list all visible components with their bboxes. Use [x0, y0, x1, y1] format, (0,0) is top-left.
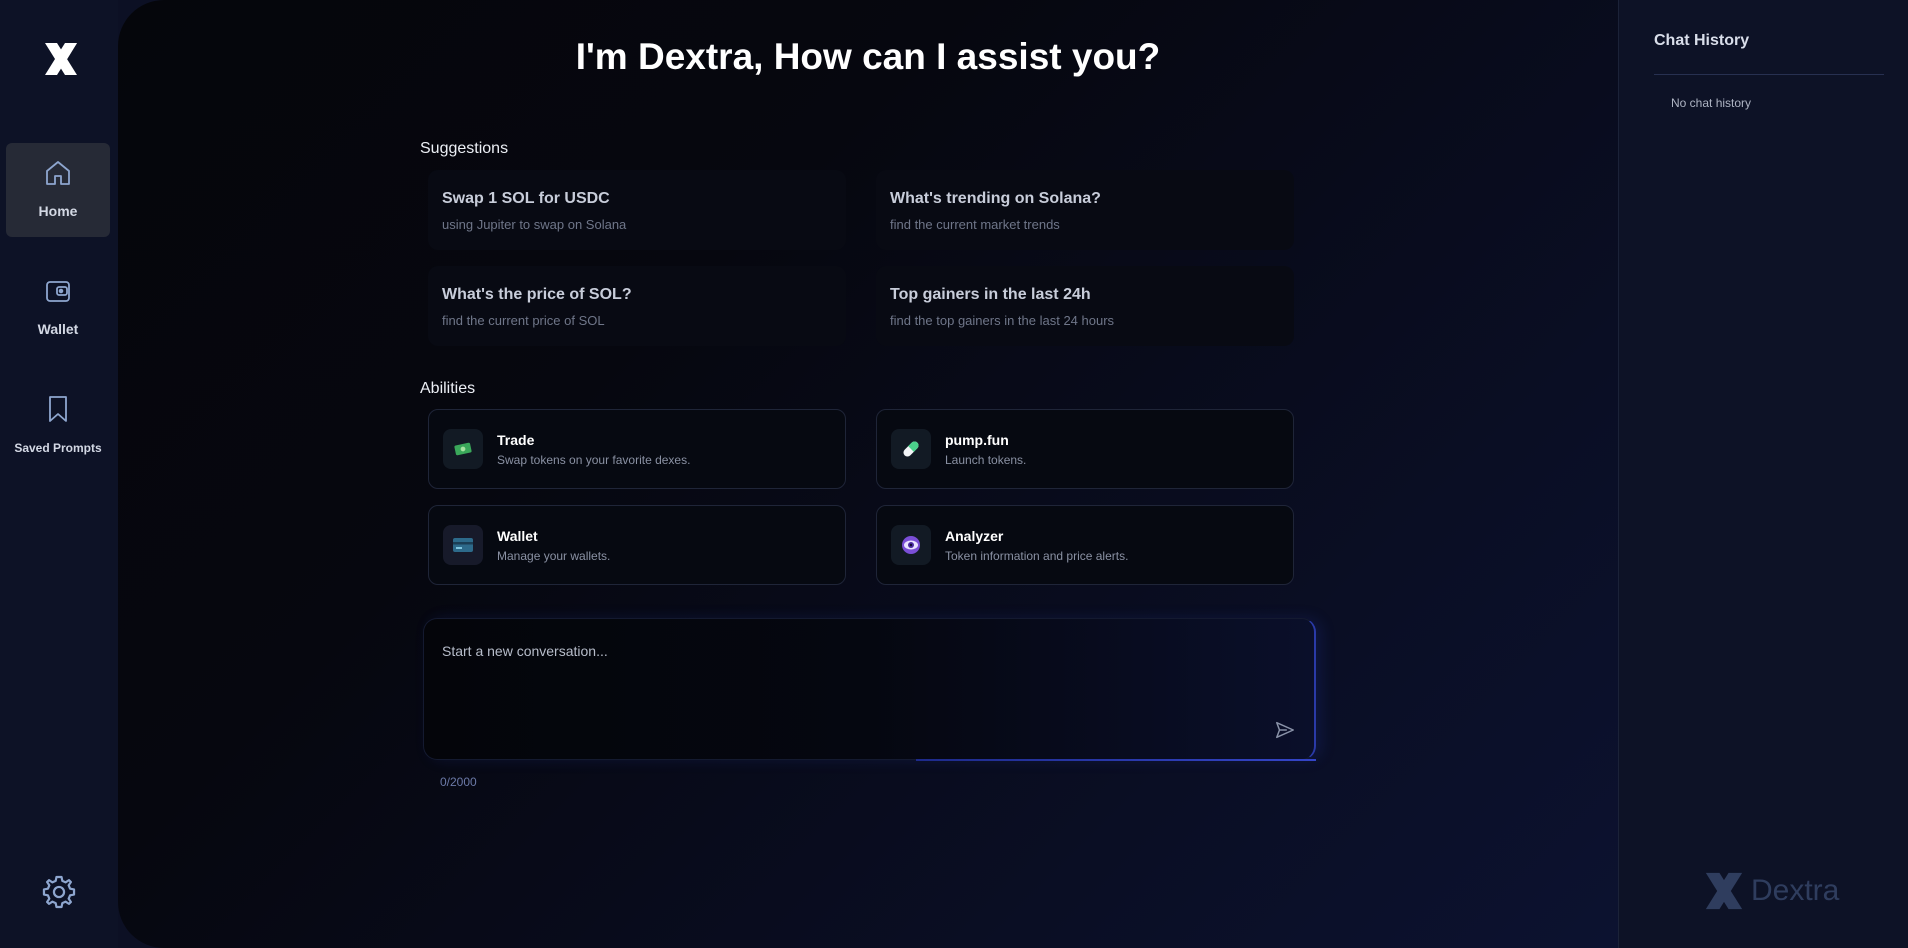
dextra-logo-icon[interactable] [39, 39, 83, 79]
ability-subtitle: Swap tokens on your favorite dexes. [497, 452, 691, 467]
ability-title: Trade [497, 431, 535, 448]
bookmark-icon [49, 396, 67, 422]
suggestion-subtitle: find the current price of SOL [442, 313, 605, 328]
dextra-watermark: Dextra [1699, 866, 1839, 916]
ability-title: Wallet [497, 527, 538, 544]
chat-input-box [423, 618, 1316, 761]
chat-history-panel: Chat History No chat history Dextra [1618, 0, 1908, 948]
ability-card-pump-fun[interactable]: pump.fun Launch tokens. [876, 409, 1294, 489]
nav-label-home: Home [38, 203, 78, 219]
suggestion-subtitle: find the top gainers in the last 24 hour… [890, 313, 1115, 328]
suggestions-label: Suggestions [420, 140, 509, 157]
ability-title: pump.fun [945, 431, 1009, 448]
ability-card-trade[interactable]: Trade Swap tokens on your favorite dexes… [428, 409, 846, 489]
suggestion-card-swap[interactable]: Swap 1 SOL for USDC using Jupiter to swa… [428, 170, 846, 250]
abilities-label: Abilities [420, 380, 476, 397]
suggestion-title: Top gainers in the last 24h [890, 286, 1091, 303]
nav-label-saved-prompts: Saved Prompts [14, 441, 102, 455]
money-icon [443, 429, 483, 469]
suggestion-card-trending[interactable]: What's trending on Solana? find the curr… [876, 170, 1294, 250]
nav-item-home[interactable]: Home [6, 143, 110, 237]
nav-item-saved-prompts[interactable]: Saved Prompts [6, 379, 110, 473]
suggestion-title: Swap 1 SOL for USDC [442, 190, 610, 207]
suggestion-subtitle: using Jupiter to swap on Solana [442, 217, 627, 232]
gear-icon[interactable] [40, 873, 78, 911]
wallet-icon [46, 281, 70, 302]
ability-title: Analyzer [945, 527, 1004, 544]
chat-focus-underline [916, 759, 1316, 761]
ability-card-wallet[interactable]: Wallet Manage your wallets. [428, 505, 846, 585]
divider [1654, 74, 1884, 75]
chat-history-title: Chat History [1654, 32, 1750, 49]
ability-subtitle: Token information and price alerts. [945, 548, 1129, 563]
card-icon [443, 525, 483, 565]
suggestion-card-price[interactable]: What's the price of SOL? find the curren… [428, 266, 846, 346]
nav-label-wallet: Wallet [37, 321, 79, 337]
ability-subtitle: Launch tokens. [945, 452, 1027, 467]
suggestion-title: What's trending on Solana? [890, 190, 1101, 207]
suggestion-title: What's the price of SOL? [442, 286, 632, 303]
page-title: I'm Dextra, How can I assist you? [575, 36, 1161, 77]
dextra-logo-watermark-icon [1705, 872, 1743, 910]
chat-history-empty: No chat history [1671, 96, 1752, 110]
char-counter: 0/2000 [440, 775, 477, 789]
suggestion-subtitle: find the current market trends [890, 217, 1060, 232]
nav-item-wallet[interactable]: Wallet [6, 261, 110, 355]
watermark-text: Dextra [1751, 874, 1840, 907]
send-icon[interactable] [1274, 719, 1296, 741]
pill-icon [891, 429, 931, 469]
chat-input[interactable] [440, 641, 1260, 731]
home-icon [46, 161, 70, 185]
main-panel: I'm Dextra, How can I assist you? Sugges… [118, 0, 1618, 948]
eye-icon [891, 525, 931, 565]
left-sidebar: Home Wallet Saved Prompts [0, 0, 118, 948]
ability-subtitle: Manage your wallets. [497, 548, 611, 563]
ability-card-analyzer[interactable]: Analyzer Token information and price ale… [876, 505, 1294, 585]
suggestion-card-gainers[interactable]: Top gainers in the last 24h find the top… [876, 266, 1294, 346]
